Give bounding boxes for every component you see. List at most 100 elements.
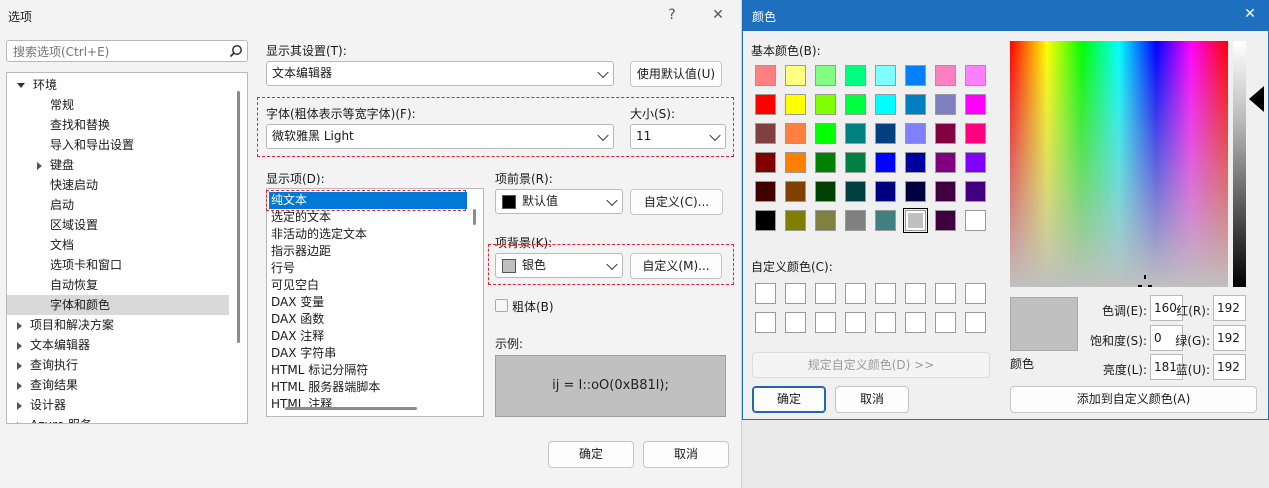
tree-item[interactable]: 选项卡和窗口: [7, 255, 229, 275]
basic-color-swatch[interactable]: [755, 210, 776, 231]
basic-color-swatch[interactable]: [965, 210, 986, 231]
search-input[interactable]: [11, 42, 225, 62]
basic-color-swatch[interactable]: [845, 181, 866, 202]
custom-color-slot[interactable]: [935, 312, 956, 333]
display-item[interactable]: HTML 注释: [269, 396, 467, 413]
custom-color-slot[interactable]: [785, 283, 806, 304]
display-item[interactable]: HTML 标记分隔符: [269, 362, 467, 379]
crosshair-icon[interactable]: [1138, 275, 1153, 289]
basic-color-swatch[interactable]: [845, 65, 866, 86]
cancel-button[interactable]: 取消: [643, 441, 729, 468]
basic-color-swatch[interactable]: [755, 123, 776, 144]
show-settings-select[interactable]: 文本编辑器: [266, 61, 614, 86]
basic-color-swatch[interactable]: [965, 65, 986, 86]
custom-color-slot[interactable]: [845, 283, 866, 304]
tree-item[interactable]: 键盘: [7, 155, 229, 175]
collapsed-arrow-icon[interactable]: [17, 421, 22, 423]
basic-color-swatch[interactable]: [905, 152, 926, 173]
close-icon[interactable]: ✕: [708, 5, 728, 25]
basic-color-swatch[interactable]: [965, 94, 986, 115]
custom-color-slot[interactable]: [875, 283, 896, 304]
collapsed-arrow-icon[interactable]: [17, 341, 22, 350]
basic-color-swatch[interactable]: [905, 94, 926, 115]
display-item[interactable]: 行号: [269, 260, 467, 277]
basic-color-swatch[interactable]: [875, 94, 896, 115]
basic-color-swatch[interactable]: [965, 123, 986, 144]
display-item[interactable]: 选定的文本: [269, 209, 467, 226]
basic-color-swatch[interactable]: [935, 65, 956, 86]
basic-color-swatch[interactable]: [785, 181, 806, 202]
bold-checkbox[interactable]: [495, 299, 508, 312]
tree-item[interactable]: 快速启动: [7, 175, 229, 195]
collapsed-arrow-icon[interactable]: [17, 321, 22, 330]
tree-item[interactable]: 启动: [7, 195, 229, 215]
tree-item[interactable]: 设计器: [7, 395, 229, 415]
foreground-select[interactable]: 默认值: [495, 189, 623, 214]
basic-color-swatch[interactable]: [845, 94, 866, 115]
background-select[interactable]: 银色: [495, 253, 623, 278]
basic-color-swatch[interactable]: [905, 181, 926, 202]
basic-color-swatch[interactable]: [845, 152, 866, 173]
basic-color-swatch[interactable]: [905, 65, 926, 86]
tree-item[interactable]: 文本编辑器: [7, 335, 229, 355]
tree-item[interactable]: 查找和替换: [7, 115, 229, 135]
display-item[interactable]: DAX 函数: [269, 311, 467, 328]
collapsed-arrow-icon[interactable]: [17, 401, 22, 410]
display-item[interactable]: 指示器边距: [269, 243, 467, 260]
display-item[interactable]: DAX 字符串: [269, 345, 467, 362]
basic-color-swatch[interactable]: [785, 123, 806, 144]
basic-color-swatch[interactable]: [755, 94, 776, 115]
display-item[interactable]: 可见空白: [269, 277, 467, 294]
tree-item[interactable]: 常规: [7, 95, 229, 115]
custom-color-slot[interactable]: [755, 283, 776, 304]
basic-color-swatch[interactable]: [815, 94, 836, 115]
basic-color-swatch[interactable]: [935, 123, 956, 144]
close-icon[interactable]: ✕: [1241, 6, 1259, 22]
collapsed-arrow-icon[interactable]: [17, 381, 22, 390]
basic-color-swatch[interactable]: [815, 181, 836, 202]
basic-color-swatch[interactable]: [935, 152, 956, 173]
custom-color-slot[interactable]: [845, 312, 866, 333]
basic-color-swatch[interactable]: [815, 123, 836, 144]
display-item[interactable]: DAX 变量: [269, 294, 467, 311]
tree-item[interactable]: 文档: [7, 235, 229, 255]
use-defaults-button[interactable]: 使用默认值(U): [630, 61, 722, 87]
collapsed-arrow-icon[interactable]: [37, 161, 42, 170]
blue-input[interactable]: 192: [1213, 354, 1246, 380]
font-select[interactable]: 微软雅黑 Light: [266, 124, 614, 149]
basic-color-swatch[interactable]: [815, 65, 836, 86]
basic-color-swatch[interactable]: [785, 152, 806, 173]
list-hscroll[interactable]: [285, 407, 417, 410]
basic-color-swatch[interactable]: [935, 94, 956, 115]
basic-color-swatch[interactable]: [903, 208, 928, 233]
tree-item[interactable]: 区域设置: [7, 215, 229, 235]
custom-color-slot[interactable]: [755, 312, 776, 333]
basic-color-swatch[interactable]: [935, 210, 956, 231]
basic-color-swatch[interactable]: [875, 152, 896, 173]
custom-color-slot[interactable]: [785, 312, 806, 333]
custom-color-slot[interactable]: [905, 283, 926, 304]
basic-color-swatch[interactable]: [905, 123, 926, 144]
basic-color-swatch[interactable]: [935, 181, 956, 202]
basic-color-swatch[interactable]: [965, 152, 986, 173]
basic-color-swatch[interactable]: [875, 181, 896, 202]
search-box[interactable]: [6, 40, 248, 62]
custom-background-button[interactable]: 自定义(M)...: [630, 253, 722, 279]
display-item[interactable]: DAX 注释: [269, 328, 467, 345]
list-vscroll[interactable]: [473, 209, 476, 225]
custom-color-slot[interactable]: [905, 312, 926, 333]
display-items-list[interactable]: 纯文本 选定的文本 非活动的选定文本 指示器边距 行号 可见空白 DAX 变量 DAX 函数 D…: [266, 188, 484, 417]
help-icon[interactable]: ?: [662, 5, 682, 25]
display-item[interactable]: HTML 服务器端脚本: [269, 379, 467, 396]
basic-color-swatch[interactable]: [875, 210, 896, 231]
custom-foreground-button[interactable]: 自定义(C)...: [630, 189, 723, 215]
tree-item[interactable]: 查询执行: [7, 355, 229, 375]
red-input[interactable]: 192: [1213, 295, 1246, 321]
color-cancel-button[interactable]: 取消: [835, 386, 909, 413]
color-spectrum[interactable]: [1010, 41, 1228, 287]
ok-button[interactable]: 确定: [548, 441, 634, 468]
basic-color-swatch[interactable]: [965, 181, 986, 202]
tree-item[interactable]: 项目和解决方案: [7, 315, 229, 335]
custom-color-slot[interactable]: [965, 283, 986, 304]
basic-color-swatch[interactable]: [845, 210, 866, 231]
